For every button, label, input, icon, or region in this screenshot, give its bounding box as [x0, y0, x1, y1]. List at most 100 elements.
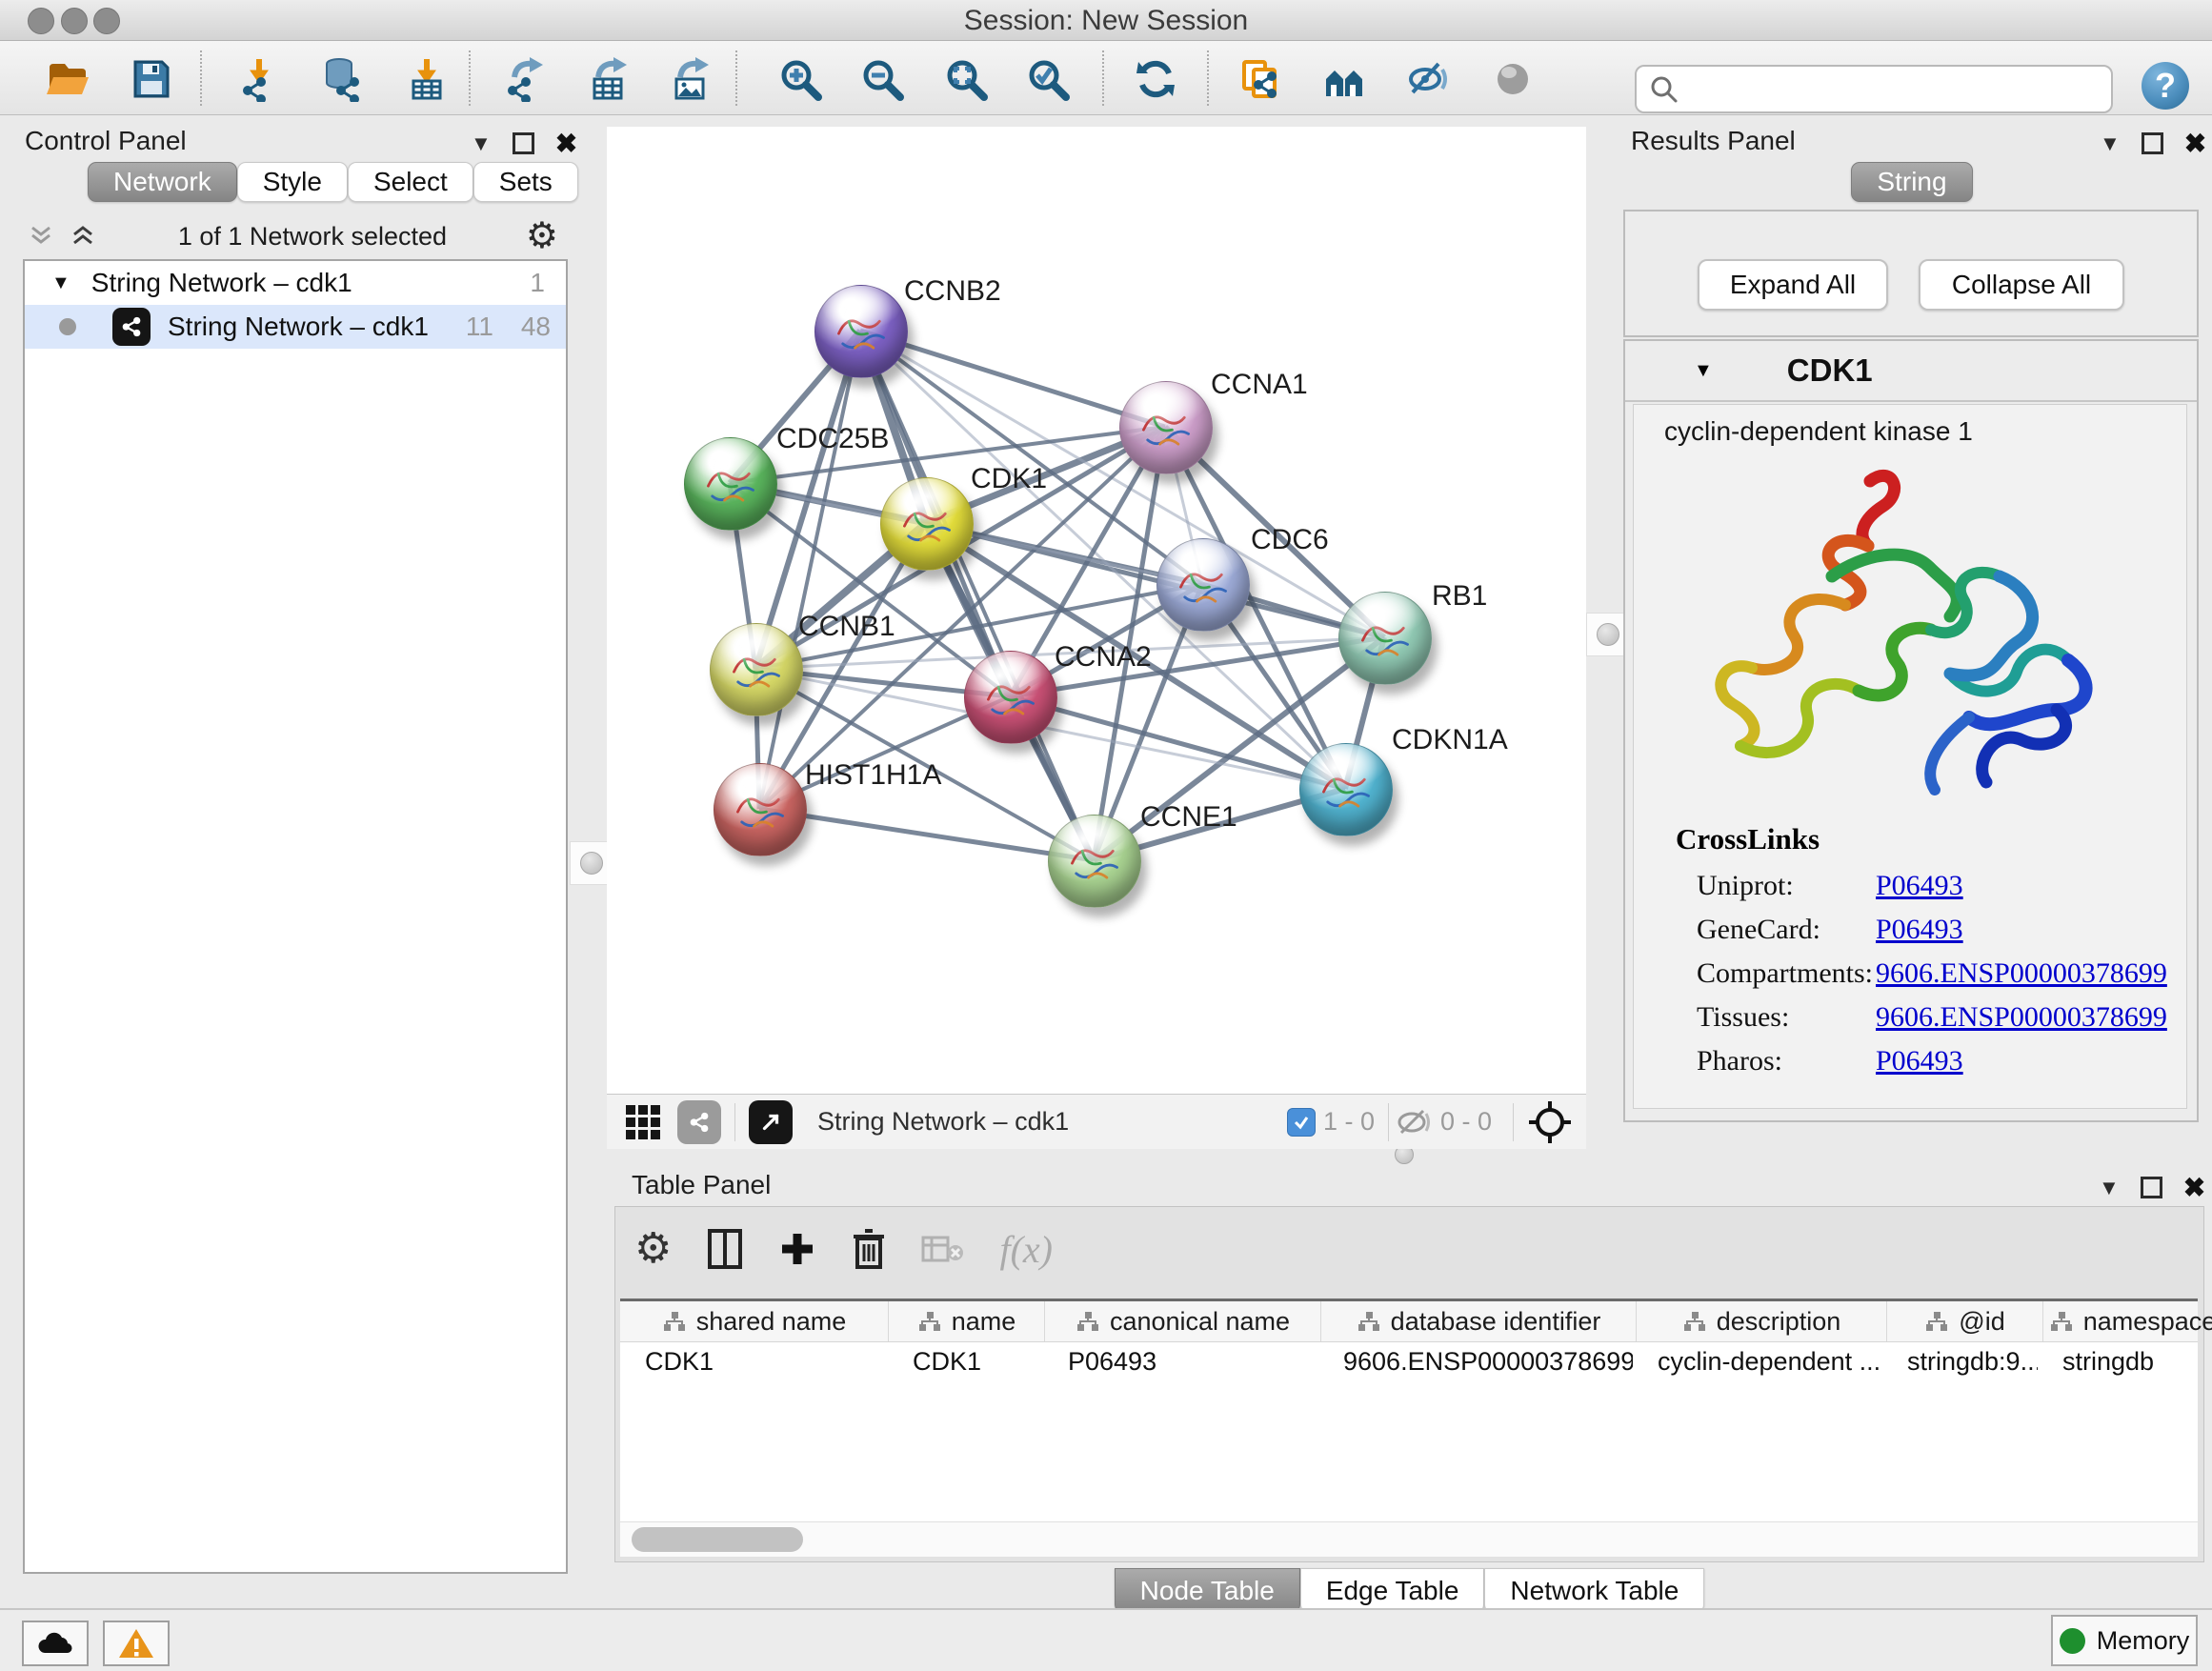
float-results-icon[interactable] — [2142, 132, 2163, 154]
show-columns-icon[interactable] — [706, 1227, 744, 1271]
column-header-name[interactable]: name — [889, 1301, 1045, 1341]
search-box[interactable] — [1635, 65, 2113, 113]
network-collection-row[interactable]: ▼ String Network – cdk1 1 — [25, 261, 566, 305]
node-CDC25B[interactable] — [684, 437, 777, 531]
zoom-fit-icon[interactable] — [941, 54, 991, 104]
export-table-icon[interactable] — [585, 54, 634, 104]
level-of-detail-icon[interactable] — [1488, 54, 1538, 104]
table-settings-gear-icon[interactable]: ⚙ — [634, 1228, 672, 1270]
duplicate-network-icon[interactable] — [1235, 54, 1284, 104]
network-options-gear-icon[interactable]: ⚙ — [526, 218, 558, 254]
fit-content-crosshair-icon[interactable] — [1527, 1099, 1573, 1145]
tab-style[interactable]: Style — [237, 162, 348, 202]
column-header-namespace[interactable]: namespace — [2043, 1301, 2212, 1341]
node-CCNB1[interactable] — [710, 623, 803, 716]
edge-CCNB2-CCNA1[interactable] — [860, 331, 1165, 427]
cell-description[interactable]: cyclin-dependent ... — [1633, 1341, 1882, 1381]
search-input[interactable] — [1688, 73, 2111, 105]
cell-name[interactable]: CDK1 — [888, 1341, 1043, 1381]
cloud-status-button[interactable] — [22, 1621, 89, 1666]
refresh-icon[interactable] — [1131, 54, 1180, 104]
node-CDKN1A[interactable] — [1299, 743, 1393, 836]
node-label-CDK1: CDK1 — [971, 463, 1047, 495]
network-canvas[interactable]: CCNB2 CCNA1 CDC25B CDK1 CDC6 RB1 CCNB1 C… — [607, 127, 1586, 1094]
open-session-icon[interactable] — [42, 54, 91, 104]
warning-status-button[interactable] — [103, 1621, 170, 1666]
crosslink-value-link[interactable]: 9606.ENSP00000378699 — [1876, 1001, 2167, 1034]
zoom-out-icon[interactable] — [857, 54, 907, 104]
crosslink-value-link[interactable]: 9606.ENSP00000378699 — [1876, 957, 2167, 990]
node-CCNA1[interactable] — [1119, 381, 1213, 474]
save-session-icon[interactable] — [126, 54, 175, 104]
close-results-icon[interactable]: ✖ — [2184, 128, 2206, 159]
import-network-icon[interactable] — [234, 54, 284, 104]
add-column-icon[interactable] — [778, 1230, 816, 1268]
node-HIST1H1A[interactable] — [714, 763, 807, 856]
node-CCNE1[interactable] — [1048, 815, 1141, 908]
collapse-all-button[interactable]: Collapse All — [1919, 259, 2124, 311]
import-table-icon[interactable] — [402, 54, 452, 104]
tab-network-table[interactable]: Network Table — [1484, 1568, 1704, 1614]
tab-edge-table[interactable]: Edge Table — [1300, 1568, 1485, 1614]
cell-canonical-name[interactable]: P06493 — [1043, 1341, 1318, 1381]
hide-panel-icon[interactable] — [1404, 54, 1454, 104]
tab-select[interactable]: Select — [348, 162, 473, 202]
float-table-icon[interactable] — [2141, 1177, 2162, 1198]
node-table[interactable]: shared namenamecanonical namedatabase id… — [620, 1299, 2198, 1522]
import-database-icon[interactable] — [316, 54, 366, 104]
collapse-panel-icon[interactable]: ▼ — [471, 131, 492, 156]
tab-node-table[interactable]: Node Table — [1115, 1568, 1300, 1614]
home-view-icon[interactable] — [1320, 54, 1370, 104]
table-horizontal-scrollbar[interactable] — [620, 1521, 2198, 1557]
export-network-icon[interactable] — [501, 54, 551, 104]
node-CCNB2[interactable] — [814, 285, 908, 378]
collapse-all-icon[interactable] — [25, 222, 57, 251]
memory-button[interactable]: Memory — [2051, 1615, 2198, 1666]
cell-namespace[interactable]: stringdb — [2038, 1341, 2212, 1381]
column-header-@id[interactable]: @id — [1887, 1301, 2043, 1341]
close-panel-icon[interactable]: ✖ — [555, 128, 577, 159]
column-header-database-identifier[interactable]: database identifier — [1321, 1301, 1637, 1341]
tab-network[interactable]: Network — [88, 162, 237, 202]
export-image-icon[interactable] — [667, 54, 716, 104]
column-header-canonical-name[interactable]: canonical name — [1045, 1301, 1321, 1341]
gene-section-header[interactable]: ▼ CDK1 — [1625, 341, 2197, 402]
cell-database-identifier[interactable]: 9606.ENSP00000378699 — [1318, 1341, 1633, 1381]
edge-HIST1H1A-CCNE1[interactable] — [759, 809, 1094, 860]
zoom-selected-icon[interactable] — [1023, 54, 1073, 104]
expand-all-button[interactable]: Expand All — [1698, 259, 1888, 311]
crosslink-value-link[interactable]: P06493 — [1876, 1045, 1963, 1077]
node-CDC6[interactable] — [1156, 538, 1250, 632]
tab-string[interactable]: String — [1851, 162, 1972, 202]
tree-expander-icon[interactable]: ▼ — [51, 272, 70, 294]
string-style-icon[interactable] — [677, 1100, 721, 1144]
network-row-selected[interactable]: String Network – cdk1 11 48 — [25, 305, 566, 349]
gene-expander-icon[interactable]: ▼ — [1694, 360, 1713, 382]
node-RB1[interactable] — [1338, 592, 1432, 685]
collapse-table-icon[interactable]: ▼ — [2099, 1176, 2120, 1200]
birds-eye-view-icon[interactable] — [622, 1101, 664, 1143]
column-header-shared-name[interactable]: shared name — [620, 1301, 889, 1341]
tab-sets[interactable]: Sets — [473, 162, 578, 202]
help-button[interactable]: ? — [2142, 62, 2189, 110]
table-row[interactable]: CDK1CDK1P064939606.ENSP00000378699cyclin… — [620, 1341, 2198, 1381]
selected-count-checkbox-icon[interactable] — [1287, 1108, 1316, 1137]
float-panel-icon[interactable] — [513, 132, 534, 154]
column-header-description[interactable]: description — [1637, 1301, 1887, 1341]
current-network-dot-icon — [59, 318, 76, 335]
crosslink-value-link[interactable]: P06493 — [1876, 914, 1963, 946]
collapse-results-icon[interactable]: ▼ — [2100, 131, 2121, 156]
cell-@id[interactable]: stringdb:9... — [1882, 1341, 2038, 1381]
delete-table-icon — [921, 1232, 965, 1266]
zoom-in-icon[interactable] — [775, 54, 825, 104]
node-CDK1[interactable] — [880, 477, 974, 571]
node-CCNA2[interactable] — [964, 651, 1057, 744]
scrollbar-thumb[interactable] — [632, 1527, 803, 1552]
cell-shared-name[interactable]: CDK1 — [620, 1341, 888, 1381]
delete-column-icon[interactable] — [851, 1227, 887, 1271]
close-table-icon[interactable]: ✖ — [2183, 1172, 2205, 1203]
open-in-browser-icon[interactable] — [749, 1100, 793, 1144]
node-label-CDC6: CDC6 — [1251, 524, 1329, 556]
expand-all-icon[interactable] — [67, 222, 99, 251]
crosslink-value-link[interactable]: P06493 — [1876, 870, 1963, 902]
